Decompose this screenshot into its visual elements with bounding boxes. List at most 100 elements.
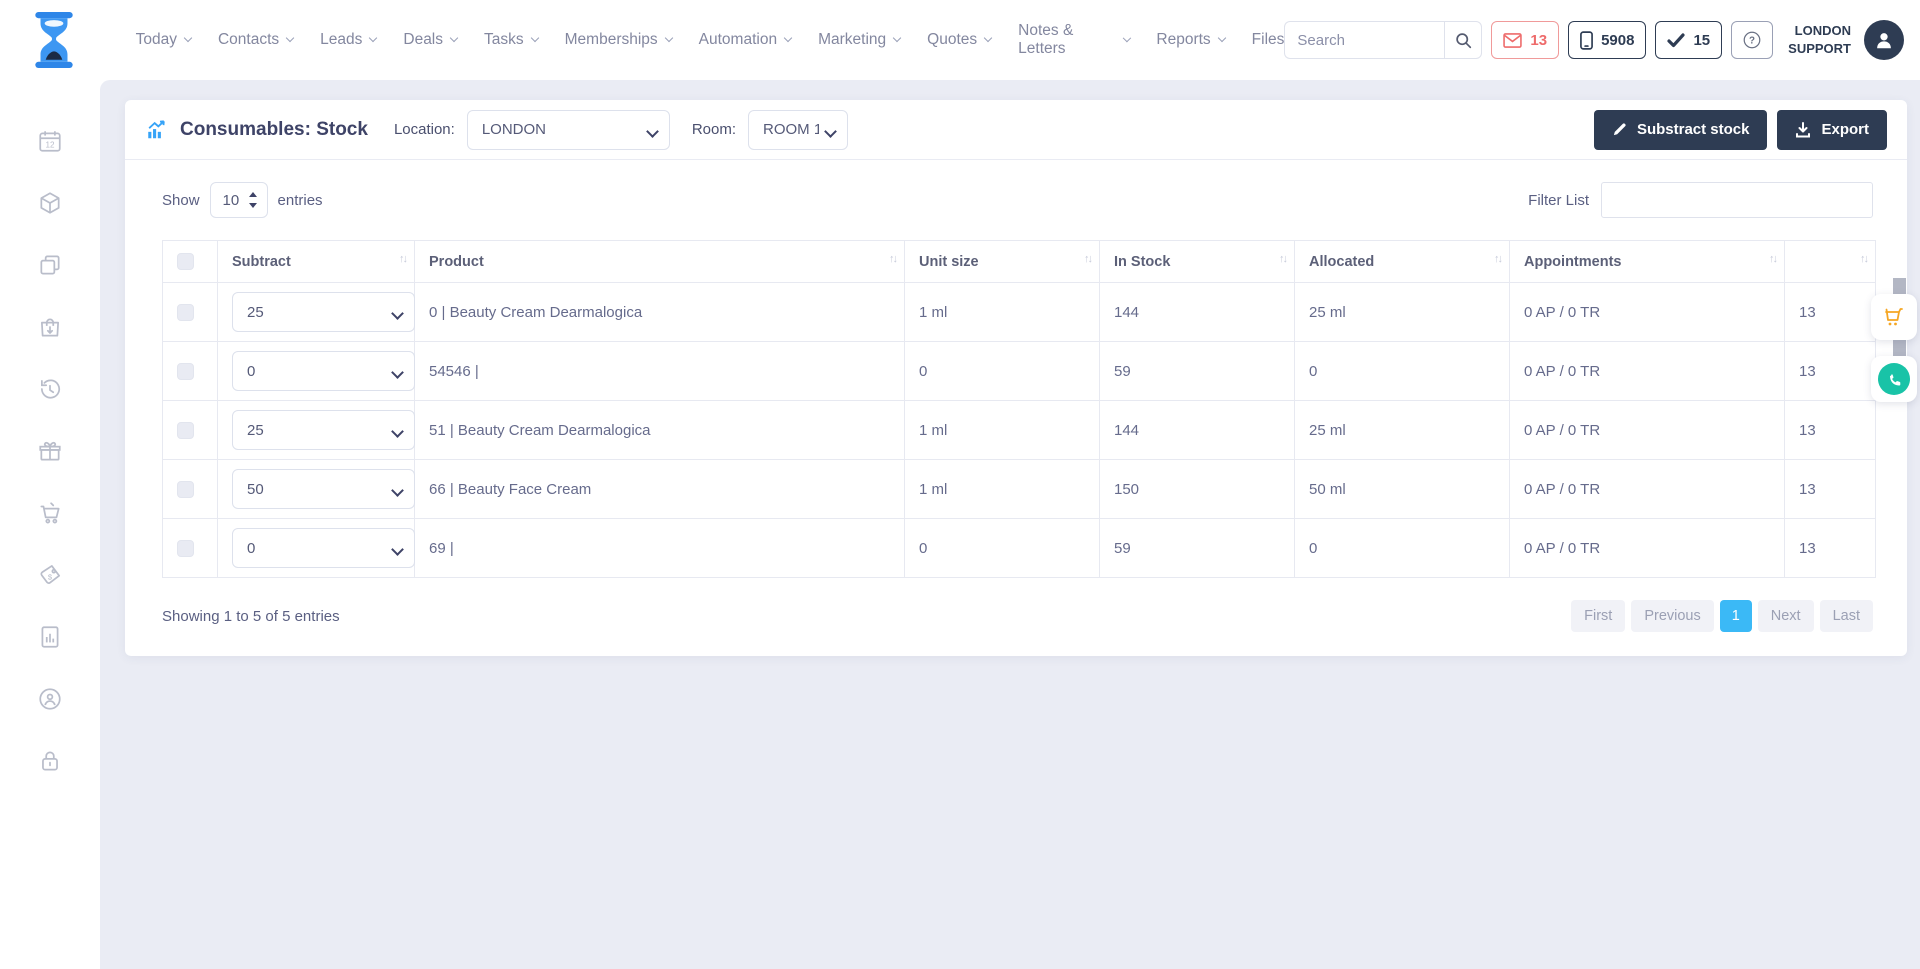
pagination-next[interactable]: Next — [1758, 600, 1814, 632]
row-checkbox[interactable] — [177, 481, 194, 498]
price-tag-icon[interactable]: $ — [37, 562, 63, 588]
allocated-cell: 0 — [1295, 519, 1510, 578]
row-checkbox[interactable] — [177, 540, 194, 557]
help-button[interactable]: ? — [1731, 21, 1773, 59]
count-cell: 13 — [1785, 401, 1876, 460]
header-label: Allocated — [1309, 254, 1374, 270]
nav-deals[interactable]: Deals — [403, 31, 457, 49]
subtract-stock-button[interactable]: Substract stock — [1594, 110, 1768, 150]
filter-list-input[interactable] — [1601, 182, 1873, 218]
package-icon[interactable] — [37, 190, 63, 216]
nav-contacts[interactable]: Contacts — [218, 31, 293, 49]
subtract-select[interactable]: 25 — [232, 292, 415, 332]
report-icon[interactable] — [37, 624, 63, 650]
nav-quotes[interactable]: Quotes — [927, 31, 991, 49]
appointments-cell: 0 AP / 0 TR — [1510, 283, 1785, 342]
nav-leads[interactable]: Leads — [320, 31, 376, 49]
row-checkbox[interactable] — [177, 304, 194, 321]
calendar-icon[interactable]: 12 — [37, 128, 63, 154]
sort-icon: ↑↓ — [1084, 253, 1091, 265]
search-button[interactable] — [1444, 21, 1482, 59]
user-name-line1: LONDON — [1788, 22, 1851, 40]
table-row: 0 54546 | 0 59 0 0 AP / 0 TR 13 — [163, 342, 1876, 401]
allocated-cell: 25 ml — [1295, 283, 1510, 342]
nav-marketing[interactable]: Marketing — [818, 31, 900, 49]
history-icon[interactable] — [37, 376, 63, 402]
chevron-down-icon — [530, 34, 538, 42]
copy-icon[interactable] — [37, 252, 63, 278]
calls-badge[interactable]: 5908 — [1568, 21, 1646, 59]
pagination-page-1[interactable]: 1 — [1720, 600, 1752, 632]
page-size-select[interactable]: 10 — [210, 182, 268, 218]
export-button[interactable]: Export — [1777, 110, 1887, 150]
unit-size-cell: 0 — [905, 342, 1100, 401]
count-cell: 13 — [1785, 460, 1876, 519]
phone-call-icon — [1886, 371, 1903, 388]
product-cell: 69 | — [415, 519, 905, 578]
location-label: Location: — [394, 121, 455, 138]
product-cell: 51 | Beauty Cream Dearmalogica — [415, 401, 905, 460]
floating-phone-button[interactable] — [1871, 356, 1917, 402]
phone-circle — [1878, 363, 1910, 395]
subtract-cell: 25 — [218, 283, 415, 342]
floating-cart-button[interactable] — [1871, 294, 1917, 340]
entries-label: entries — [278, 192, 323, 209]
location-select-wrap: LONDON — [467, 110, 670, 150]
select-all-checkbox[interactable] — [177, 253, 194, 270]
subtract-select[interactable]: 0 — [232, 351, 415, 391]
chevron-down-icon — [893, 34, 901, 42]
nav-label: Contacts — [218, 31, 279, 49]
table-row: 0 69 | 0 59 0 0 AP / 0 TR 13 — [163, 519, 1876, 578]
entries-summary: Showing 1 to 5 of 5 entries — [162, 608, 340, 625]
header-product[interactable]: Product↑↓ — [415, 241, 905, 283]
product-cell: 54546 | — [415, 342, 905, 401]
nav-files[interactable]: Files — [1252, 31, 1285, 49]
pagination-last[interactable]: Last — [1820, 600, 1873, 632]
search-input[interactable] — [1284, 21, 1444, 59]
lock-icon[interactable] — [37, 748, 63, 774]
row-checkbox[interactable] — [177, 422, 194, 439]
purchases-bag-icon[interactable] — [37, 314, 63, 340]
in-stock-cell: 59 — [1100, 519, 1295, 578]
in-stock-cell: 144 — [1100, 283, 1295, 342]
cart-icon — [1882, 305, 1906, 329]
cart-icon[interactable] — [37, 500, 63, 526]
in-stock-cell: 59 — [1100, 342, 1295, 401]
nav-tasks[interactable]: Tasks — [484, 31, 538, 49]
nav-notes-letters[interactable]: Notes & Letters — [1018, 22, 1129, 58]
location-select[interactable]: LONDON — [467, 110, 670, 150]
check-icon — [1667, 33, 1685, 48]
nav-automation[interactable]: Automation — [699, 31, 791, 49]
consumables-stock-card: Consumables: Stock Location: LONDON Room… — [125, 100, 1907, 656]
pagination-first[interactable]: First — [1571, 600, 1625, 632]
tasks-badge[interactable]: 15 — [1655, 21, 1722, 59]
global-search — [1284, 21, 1482, 59]
filter-group: Filter List — [1528, 182, 1873, 218]
nav-today[interactable]: Today — [136, 31, 191, 49]
gift-icon[interactable] — [37, 438, 63, 464]
room-select[interactable]: ROOM 1 — [748, 110, 848, 150]
header-label: Subtract — [232, 254, 291, 270]
subtract-select[interactable]: 25 — [232, 410, 415, 450]
phone-icon — [1580, 31, 1593, 50]
subtract-stock-label: Substract stock — [1637, 121, 1750, 138]
nav-label: Automation — [699, 31, 777, 49]
header-appointments[interactable]: Appointments↑↓ — [1510, 241, 1785, 283]
support-icon[interactable] — [37, 686, 63, 712]
header-unit-size[interactable]: Unit size↑↓ — [905, 241, 1100, 283]
nav-memberships[interactable]: Memberships — [565, 31, 672, 49]
avatar[interactable] — [1864, 20, 1904, 60]
app-logo[interactable] — [30, 12, 80, 68]
table-row: 25 51 | Beauty Cream Dearmalogica 1 ml 1… — [163, 401, 1876, 460]
nav-reports[interactable]: Reports — [1156, 31, 1224, 49]
header-count[interactable]: ↑↓ — [1785, 241, 1876, 283]
subtract-select[interactable]: 50 — [232, 469, 415, 509]
header-in-stock[interactable]: In Stock↑↓ — [1100, 241, 1295, 283]
nav-label: Files — [1252, 31, 1285, 49]
header-allocated[interactable]: Allocated↑↓ — [1295, 241, 1510, 283]
pagination-previous[interactable]: Previous — [1631, 600, 1713, 632]
subtract-select[interactable]: 0 — [232, 528, 415, 568]
row-checkbox[interactable] — [177, 363, 194, 380]
messages-badge[interactable]: 13 — [1491, 21, 1559, 59]
header-subtract[interactable]: Subtract↑↓ — [218, 241, 415, 283]
